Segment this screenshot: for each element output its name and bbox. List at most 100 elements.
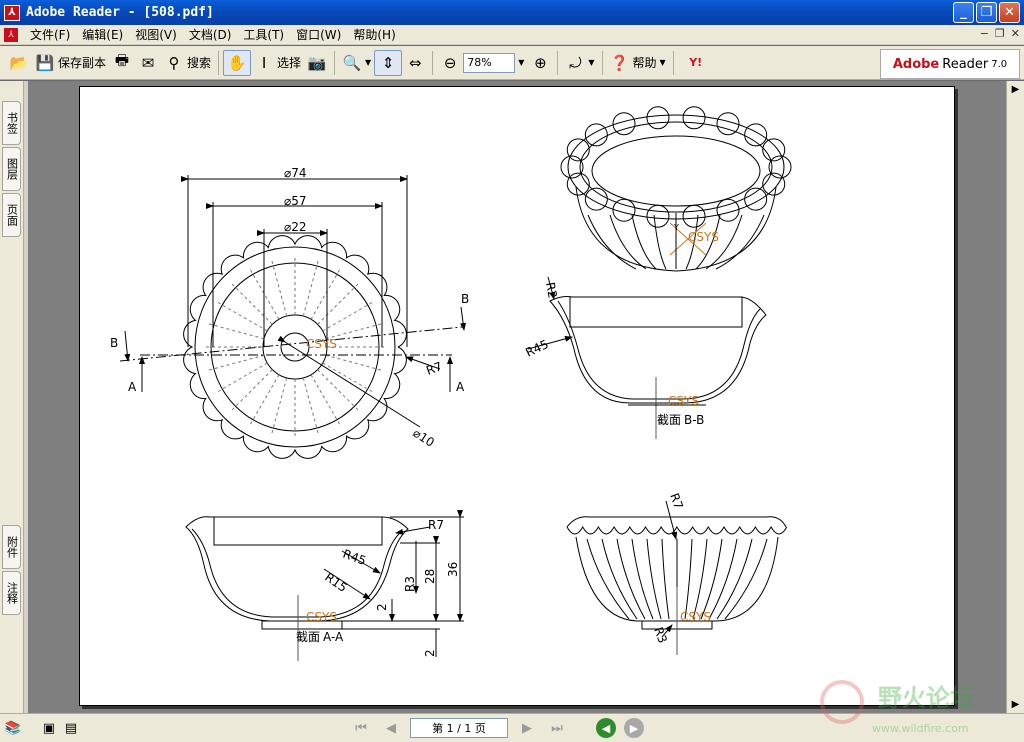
zoom-dropdown-button[interactable]: ▼ — [515, 50, 527, 76]
search-button[interactable]: ⚲ 搜索 — [161, 50, 214, 76]
books-icon[interactable]: 📚 — [4, 719, 22, 737]
last-page-button[interactable]: ⏭ — [546, 717, 568, 739]
radius-r3-aa: R3 — [403, 576, 417, 592]
tab-bookmarks[interactable]: 书签 — [2, 101, 21, 145]
status-bar: 📚 ▣ ▤ ⏮ ◀ 第 1 / 1 页 ▶ ⏭ ◀ ▶ — [0, 713, 1024, 742]
section-bb-outline — [549, 296, 767, 404]
page-number-field[interactable]: 第 1 / 1 页 — [410, 718, 508, 738]
menu-view[interactable]: 视图(V) — [129, 26, 183, 43]
toolbar: 📂 💾 保存副本 🖶 ✉ ⚲ 搜索 ✋ Ⅰ 选择 📷 🔍 ▼ ⇕ ⇔ ⊖ 78% … — [0, 46, 1024, 80]
dimension-phi10: ⌀10 — [410, 426, 437, 450]
tab-comments[interactable]: 注释 — [2, 571, 21, 615]
iso-scallop — [744, 187, 768, 211]
side-rib — [684, 538, 693, 620]
toolbar-separator — [218, 50, 220, 75]
scalloped-rim-outline — [183, 235, 407, 459]
menu-file[interactable]: 文件(F) — [24, 26, 76, 43]
dimension-2-bottom: 2 — [423, 649, 437, 657]
printer-icon: 🖶 — [114, 51, 130, 69]
document-icon[interactable]: ⅄ — [4, 27, 18, 42]
isometric-top-view — [560, 106, 792, 272]
zoom-out-button[interactable]: ⊖ — [437, 50, 463, 76]
continuous-page-icon[interactable]: ▤ — [62, 719, 80, 737]
help-button[interactable]: ❓ 帮助 ▼ — [607, 50, 669, 76]
menu-help[interactable]: 帮助(H) — [347, 26, 401, 43]
document-viewport[interactable]: ⌀74 ⌀57 ⌀22 ⌀10 B B A A R7 CSYS CSYS Y R… — [28, 81, 1006, 713]
restore-button[interactable]: ❐ — [976, 2, 997, 23]
iso-scallop — [744, 123, 768, 147]
tab-layers[interactable]: 图层 — [2, 147, 21, 191]
radius-r15-aa: R15 — [322, 570, 349, 595]
dimension-2-top: 2 — [375, 603, 389, 611]
dimension-phi22: ⌀22 — [284, 220, 307, 234]
chevron-down-icon: ▼ — [518, 58, 525, 67]
radius-r7-plan: R7 — [424, 359, 444, 378]
email-icon: ✉ — [141, 53, 155, 72]
tab-pages[interactable]: 页面 — [2, 193, 21, 237]
menu-window[interactable]: 窗口(W) — [290, 26, 347, 43]
rib-hidden-line — [325, 354, 384, 372]
select-tool-button[interactable]: Ⅰ 选择 — [251, 50, 304, 76]
toolbar-separator — [601, 50, 603, 75]
radius-r3-side: R3 — [651, 625, 670, 645]
rib-hidden-line — [317, 281, 361, 325]
iso-scallop — [646, 204, 670, 228]
yahoo-button[interactable]: Y! — [678, 50, 714, 76]
zoom-in-button[interactable]: ⊕ — [527, 50, 553, 76]
section-arrow-b-right — [460, 306, 467, 331]
tab-attachments[interactable]: 附件 — [2, 525, 21, 569]
section-bb-view — [527, 276, 767, 439]
previous-page-button[interactable]: ◀ — [380, 717, 402, 739]
expand-arrow-icon[interactable]: ▶ — [1007, 81, 1024, 98]
dimension-phi74: ⌀74 — [284, 166, 307, 180]
first-page-button[interactable]: ⏮ — [350, 717, 372, 739]
iso-rib — [715, 214, 765, 270]
fit-width-button[interactable]: ⇔ — [402, 50, 428, 76]
doc-restore-button[interactable]: ❐ — [995, 27, 1005, 40]
go-back-button[interactable]: ◀ — [596, 718, 616, 738]
snapshot-button[interactable]: 📷 — [304, 50, 330, 76]
rib-hidden-line — [229, 369, 273, 413]
go-forward-button[interactable]: ▶ — [624, 718, 644, 738]
side-rib — [646, 538, 662, 620]
rib-hidden-line — [229, 281, 273, 325]
menu-tools[interactable]: 工具(T) — [237, 26, 290, 43]
fit-page-button[interactable]: ⇕ — [374, 49, 403, 76]
folder-open-icon: 📂 — [9, 53, 29, 72]
zoom-level-input[interactable]: 78% — [463, 52, 516, 73]
single-page-icon[interactable]: ▣ — [40, 719, 58, 737]
menu-bar: ⅄ 文件(F) 编辑(E) 视图(V) 文档(D) 工具(T) 窗口(W) 帮助… — [0, 25, 1024, 45]
toolbar-separator — [432, 50, 434, 75]
close-button[interactable]: ✕ — [999, 2, 1020, 23]
menu-edit[interactable]: 编辑(E) — [76, 26, 129, 43]
fit-page-icon: ⇕ — [381, 53, 395, 72]
csys-label-aa: CSYS — [306, 610, 337, 624]
hand-tool-button[interactable]: ✋ — [223, 49, 252, 76]
rotate-view-button[interactable]: ⤾ ▼ — [562, 50, 597, 76]
rib-hidden-line — [215, 362, 268, 394]
menu-document[interactable]: 文档(D) — [183, 26, 238, 43]
technical-drawing: ⌀74 ⌀57 ⌀22 ⌀10 B B A A R7 CSYS CSYS Y R… — [110, 106, 792, 661]
minimize-button[interactable]: _ — [953, 2, 974, 23]
doc-close-button[interactable]: ✕ — [1011, 27, 1020, 40]
vertical-scrollbar[interactable]: ▶ ▶ — [1006, 81, 1024, 713]
next-page-icon: ▶ — [522, 720, 532, 736]
open-button[interactable]: 📂 — [6, 50, 32, 76]
toolbar-separator — [672, 50, 674, 75]
side-rim-scallops — [566, 525, 788, 535]
window-title: Adobe Reader - [508.pdf] — [26, 5, 214, 20]
radius-r45-aa: R45 — [341, 547, 368, 568]
doc-minimize-button[interactable]: − — [980, 27, 989, 40]
email-button[interactable]: ✉ — [135, 50, 161, 76]
zoom-in-tool-button[interactable]: 🔍 ▼ — [339, 50, 374, 76]
side-rib — [631, 538, 654, 620]
csys-label-side: CSYS — [680, 610, 711, 624]
dimension-28: 28 — [423, 569, 437, 584]
rib-hidden-line — [270, 377, 288, 436]
save-copy-button[interactable]: 💾 保存副本 — [32, 50, 109, 76]
print-button[interactable]: 🖶 — [109, 50, 135, 76]
last-page-icon: ⏭ — [551, 720, 563, 736]
expand-arrow-icon[interactable]: ▶ — [1007, 696, 1024, 713]
next-page-button[interactable]: ▶ — [516, 717, 538, 739]
yahoo-icon: Y! — [689, 56, 703, 69]
